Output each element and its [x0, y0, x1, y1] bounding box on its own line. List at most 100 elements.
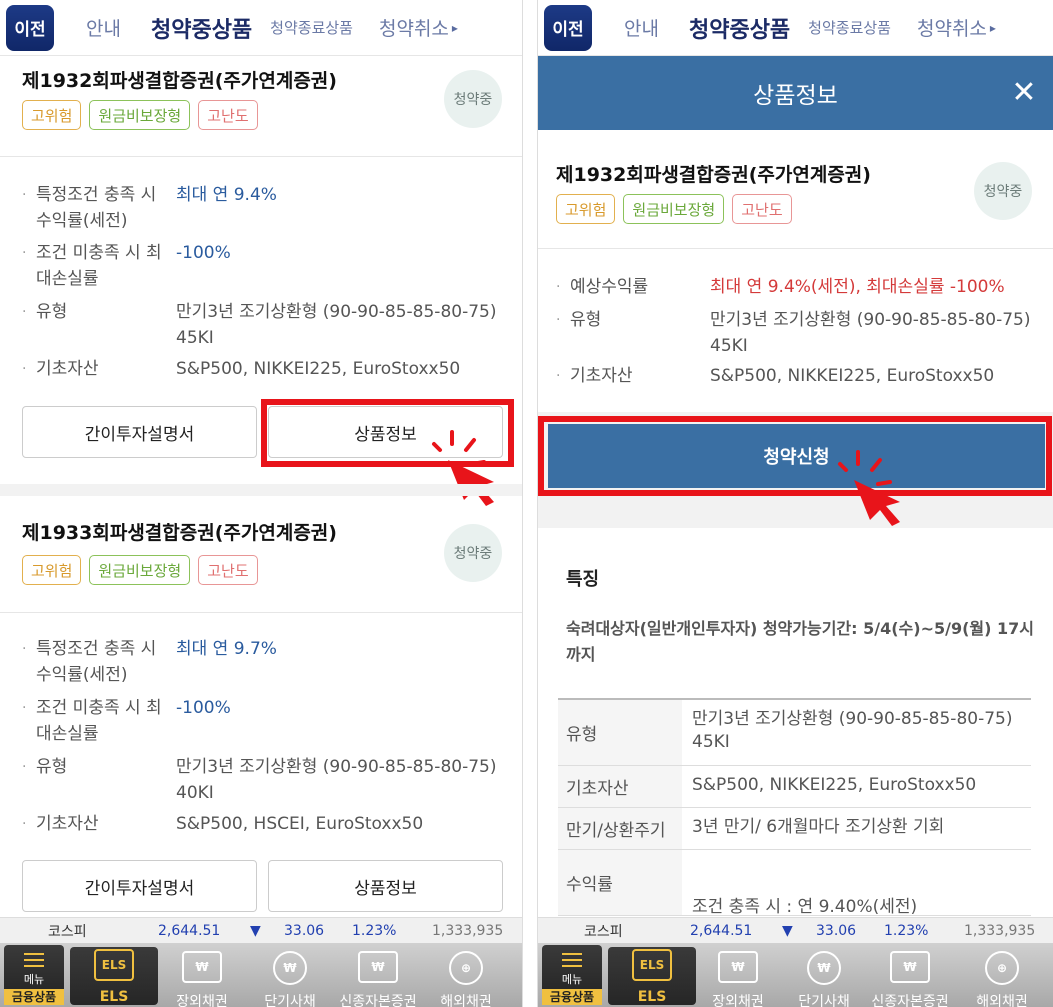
table-row: 기초자산 S&P500, NIKKEI225, EuroStoxx50	[558, 766, 1031, 808]
product-title[interactable]: 제1933회파생결합증권(주가연계증권)	[22, 518, 337, 545]
modal-title: 상품정보	[538, 56, 1053, 130]
tab-cancel[interactable]: 청약취소	[917, 14, 987, 41]
info-value: -100%	[176, 698, 231, 718]
status-badge: 청약중	[444, 524, 502, 582]
bullet-icon: ·	[22, 187, 27, 203]
nav-item-foreign-bond[interactable]: ⊕ 해외채권	[958, 949, 1046, 1007]
won-icon: ₩	[182, 951, 222, 983]
bullet-icon: ·	[556, 279, 561, 295]
bullet-icon: ·	[556, 368, 561, 384]
els-icon: ELS	[94, 949, 134, 981]
close-icon[interactable]: ✕	[1009, 78, 1039, 109]
tab-closed[interactable]: 청약종료상품	[270, 17, 353, 38]
tab-subscribing[interactable]: 청약중상품	[689, 12, 790, 44]
bullet-icon: ·	[22, 641, 27, 657]
tab-closed[interactable]: 청약종료상품	[808, 17, 891, 38]
bullet-icon: ·	[22, 700, 27, 716]
menu-button[interactable]: 메뉴 금융상품	[4, 945, 64, 1005]
menu-sub-label: 금융상품	[542, 989, 602, 1005]
menu-sub-label: 금융상품	[4, 989, 64, 1005]
spec-value: 만기3년 조기상환형 (90-90-85-85-80-75) 45KI	[692, 709, 1013, 752]
tap-pointer-icon	[838, 450, 900, 526]
badge-complex: 고난도	[198, 100, 258, 130]
section-separator	[0, 484, 522, 496]
nav-item-els[interactable]: ELS ELS	[70, 947, 158, 1005]
divider	[0, 612, 522, 613]
nav-item-hybrid[interactable]: ₩ 신종자본증권	[334, 949, 422, 1007]
hamburger-icon	[24, 953, 44, 967]
ticker-percent: 1.23%	[884, 922, 929, 939]
back-button[interactable]: 이전	[6, 4, 54, 51]
product-info-button[interactable]: 상품정보	[268, 860, 503, 912]
info-value: 만기3년 조기상환형 (90-90-85-85-80-75) 45KI	[710, 310, 1031, 356]
info-label: 조건 미충족 시 최대손실률	[36, 243, 162, 289]
info-value: 최대 연 9.7%	[176, 639, 277, 659]
ticker-name: 코스피	[584, 923, 623, 940]
left-screen: 이전 안내 청약중상품 청약종료상품 청약취소 ▸ 제1932회파생결합증권(주…	[0, 0, 523, 1007]
spec-table: 유형 만기3년 조기상환형 (90-90-85-85-80-75) 45KI 기…	[558, 698, 1031, 940]
feature-description: 숙려대상자(일반개인투자자) 청약가능기간: 5/4(수)~5/9(월) 17시…	[566, 619, 1034, 664]
badge-high-risk: 고위험	[556, 194, 616, 224]
more-arrow-icon[interactable]: ▸	[990, 21, 996, 35]
won-chart-icon: ₩	[358, 951, 398, 983]
spec-value: 3년 만기/ 6개월마다 조기상환 기회	[692, 817, 945, 837]
product-title: 제1932회파생결합증권(주가연계증권)	[556, 164, 871, 186]
tab-subscribing[interactable]: 청약중상품	[151, 12, 252, 44]
info-label: 유형	[570, 310, 602, 330]
nav-label: ELS	[99, 989, 129, 1005]
info-value: S&P500, NIKKEI225, EuroStoxx50	[176, 359, 461, 379]
menu-button[interactable]: 메뉴 금융상품	[542, 945, 602, 1005]
tab-cancel[interactable]: 청약취소	[379, 14, 449, 41]
ticker-volume: 1,333,935	[964, 922, 1036, 939]
prospectus-button[interactable]: 간이투자설명서	[22, 406, 257, 458]
info-label: 특정조건 충족 시 수익률(세전)	[36, 185, 157, 231]
table-row: 수익률 조건 충족 시 : 연 9.40%(세전) 조건 미충족 시 : 최대 …	[558, 850, 1031, 940]
bullet-icon: ·	[22, 759, 27, 775]
bullet-icon: ·	[556, 312, 561, 328]
market-ticker: 코스피 2,644.51 ▼ 33.06 1.23% 1,333,935	[0, 917, 522, 943]
info-value: 최대 연 9.4%	[176, 185, 277, 205]
nav-item-hybrid[interactable]: ₩ 신종자본증권	[866, 949, 954, 1007]
nav-item-otc-bond[interactable]: ₩ 장외채권	[158, 949, 246, 1007]
down-arrow-icon: ▼	[250, 922, 261, 939]
nav-label: ELS	[637, 989, 667, 1005]
spec-key: 유형	[558, 700, 682, 765]
nav-item-short-term[interactable]: ₩ 단기사채	[780, 949, 868, 1007]
prospectus-button[interactable]: 간이투자설명서	[22, 860, 257, 912]
nav-label: 단기사채	[264, 994, 316, 1007]
badge-complex: 고난도	[198, 555, 258, 585]
status-badge: 청약중	[444, 70, 502, 128]
nav-item-short-term[interactable]: ₩ 단기사채	[246, 949, 334, 1007]
ticker-percent: 1.23%	[352, 922, 397, 939]
tab-guide[interactable]: 안내	[86, 14, 121, 41]
product-title[interactable]: 제1932회파생결합증권(주가연계증권)	[22, 66, 337, 93]
down-arrow-icon: ▼	[782, 922, 793, 939]
won-circle-icon: ₩	[807, 951, 841, 985]
badge-high-risk: 고위험	[22, 555, 82, 585]
nav-item-otc-bond[interactable]: ₩ 장외채권	[694, 949, 782, 1007]
nav-item-foreign-bond[interactable]: ⊕ 해외채권	[422, 949, 510, 1007]
top-nav: 이전 안내 청약중상품 청약종료상품 청약취소 ▸	[538, 0, 1053, 56]
divider	[538, 248, 1053, 249]
info-value: S&P500, NIKKEI225, EuroStoxx50	[710, 366, 995, 386]
won-icon: ₩	[718, 951, 758, 983]
nav-item-els[interactable]: ELS ELS	[608, 947, 696, 1005]
info-value: 최대 연 9.4%(세전), 최대손실률 -100%	[710, 277, 1005, 297]
status-badge: 청약중	[974, 162, 1032, 220]
info-label: 예상수익률	[570, 277, 649, 297]
ticker-change: 33.06	[284, 922, 325, 939]
ticker-name: 코스피	[48, 923, 87, 940]
feature-title: 특징	[566, 569, 600, 590]
badge-complex: 고난도	[732, 194, 792, 224]
menu-label: 메뉴	[561, 973, 583, 986]
table-row: 만기/상환주기 3년 만기/ 6개월마다 조기상환 기회	[558, 808, 1031, 850]
tab-guide[interactable]: 안내	[624, 14, 659, 41]
nav-label: 해외채권	[440, 994, 492, 1007]
more-arrow-icon[interactable]: ▸	[452, 21, 458, 35]
nav-label: 신종자본증권	[871, 994, 949, 1007]
globe-icon: ⊕	[449, 951, 483, 985]
back-button[interactable]: 이전	[544, 4, 592, 51]
spec-key: 만기/상환주기	[558, 808, 682, 849]
info-label: 유형	[36, 302, 68, 322]
nav-label: 장외채권	[176, 994, 228, 1007]
